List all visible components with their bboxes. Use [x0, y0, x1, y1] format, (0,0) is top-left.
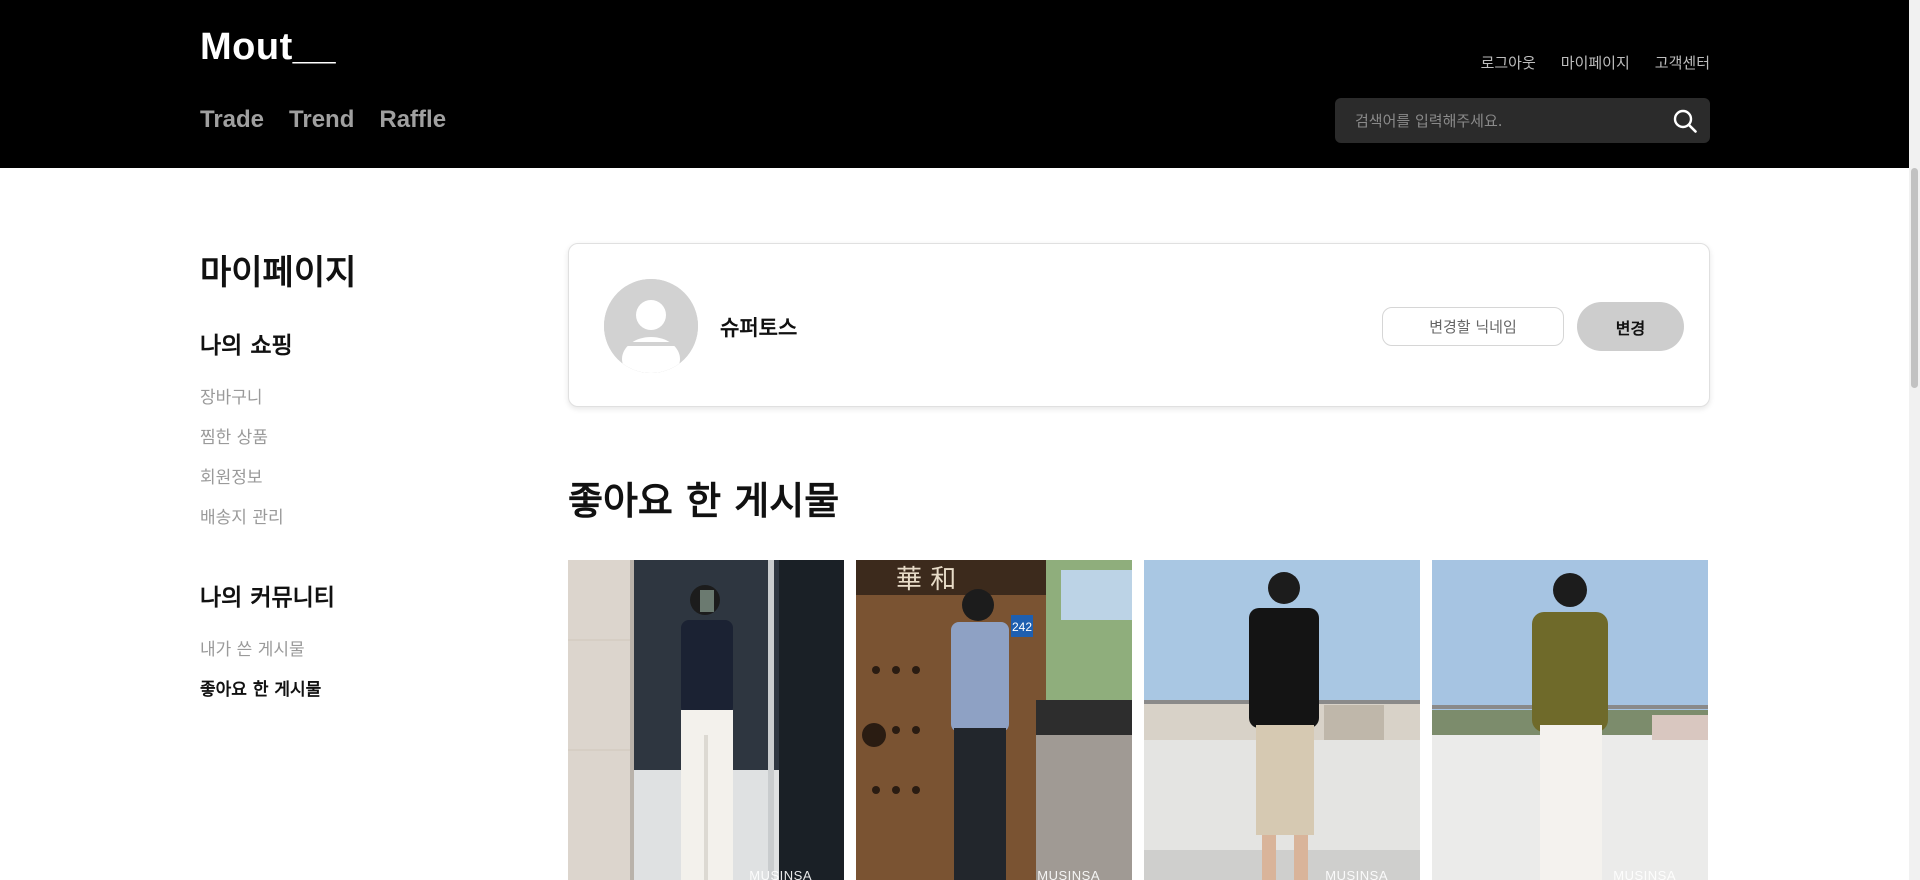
gate-sign-text: 華 和: [896, 565, 956, 595]
liked-posts-title: 좋아요 한 게시물: [568, 479, 840, 523]
community-section: 나의 커뮤니티 내가 쓴 게시물 좋아요 한 게시물: [200, 578, 500, 710]
post-photo: [568, 560, 844, 880]
utility-nav: 로그아웃 마이페이지 고객센터: [1481, 52, 1710, 73]
liked-post-card[interactable]: MUSINSA: [1432, 560, 1708, 880]
sidebar-title: 마이페이지: [200, 253, 357, 293]
default-user-avatar-icon: [604, 279, 698, 373]
post-watermark: MUSINSA: [1613, 868, 1676, 880]
post-photo: [1432, 560, 1708, 880]
sidebar-item-shipping-address[interactable]: 배송지 관리: [200, 498, 500, 538]
sidebar-item-cart[interactable]: 장바구니: [200, 378, 500, 418]
sidebar-item-my-posts[interactable]: 내가 쓴 게시물: [200, 630, 500, 670]
change-nickname-button[interactable]: 변경: [1577, 302, 1684, 351]
logout-link[interactable]: 로그아웃: [1481, 52, 1536, 73]
mypage-link[interactable]: 마이페이지: [1561, 52, 1630, 73]
address-plate-number: 242: [1012, 620, 1032, 634]
shopping-heading: 나의 쇼핑: [200, 333, 293, 359]
main-nav: Trade Trend Raffle: [200, 106, 446, 134]
user-nickname: 슈퍼토스: [720, 316, 798, 340]
sidebar-item-member-info[interactable]: 회원정보: [200, 458, 500, 498]
liked-posts-grid: MUSINSA 242 華 和 MUSINSA MUSINSA MUSINSA: [568, 560, 1711, 880]
site-logo[interactable]: Mout__: [200, 26, 336, 69]
sidebar-item-wishlist[interactable]: 찜한 상품: [200, 418, 500, 458]
nav-trade[interactable]: Trade: [200, 106, 264, 134]
page-scrollbar[interactable]: [1909, 0, 1920, 880]
scrollbar-thumb[interactable]: [1911, 168, 1918, 388]
community-heading: 나의 커뮤니티: [200, 585, 335, 611]
customer-center-link[interactable]: 고객센터: [1655, 52, 1710, 73]
sidebar-item-liked-posts[interactable]: 좋아요 한 게시물: [200, 670, 500, 710]
post-photo: [1144, 560, 1420, 880]
liked-post-card[interactable]: MUSINSA: [1144, 560, 1420, 880]
shopping-section: 나의 쇼핑 장바구니 찜한 상품 회원정보 배송지 관리: [200, 326, 500, 538]
post-watermark: MUSINSA: [1325, 868, 1388, 880]
search-bar: [1335, 98, 1710, 143]
liked-post-card[interactable]: MUSINSA: [568, 560, 844, 880]
nav-raffle[interactable]: Raffle: [379, 106, 446, 134]
search-input[interactable]: [1355, 98, 1655, 143]
post-watermark: MUSINSA: [1037, 868, 1100, 880]
liked-post-card[interactable]: 242 華 和 MUSINSA: [856, 560, 1132, 880]
search-icon[interactable]: [1672, 108, 1698, 134]
post-photo: 242 華 和: [856, 560, 1132, 880]
profile-card: 슈퍼토스 변경: [568, 243, 1710, 407]
post-watermark: MUSINSA: [749, 868, 812, 880]
nav-trend[interactable]: Trend: [289, 106, 354, 134]
mypage-sidebar: 마이페이지 나의 쇼핑 장바구니 찜한 상품 회원정보 배송지 관리 나의 커뮤…: [200, 245, 500, 710]
site-header: Mout__ Trade Trend Raffle 로그아웃 마이페이지 고객센…: [0, 0, 1909, 168]
nickname-input[interactable]: [1382, 307, 1564, 346]
